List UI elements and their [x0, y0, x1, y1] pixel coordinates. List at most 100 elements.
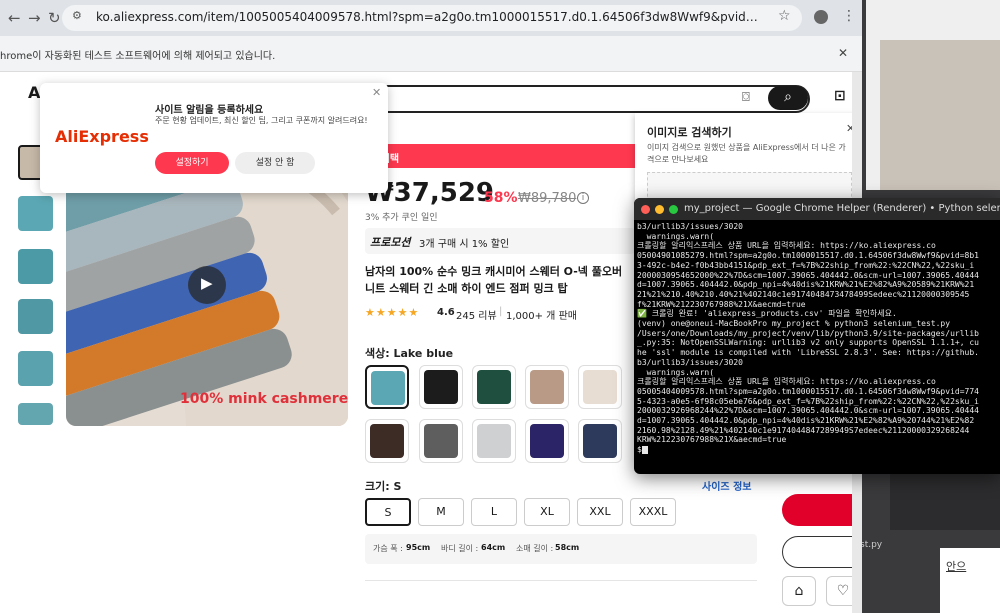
- terminal-line: warnings.warn(: [637, 231, 715, 241]
- file-label: st.py: [860, 540, 883, 550]
- buy-now-button[interactable]: [782, 494, 862, 526]
- aliexpress-logo-icon[interactable]: A: [28, 83, 40, 102]
- add-to-cart-button[interactable]: [782, 536, 862, 568]
- terminal-output[interactable]: b3/urllib3/issues/3020 warnings.warn( 크롤…: [637, 222, 1000, 472]
- notification-title: 사이트 알림을 등록하세요: [155, 105, 264, 116]
- thumbnail-2[interactable]: [18, 196, 53, 231]
- review-count[interactable]: 245 리뷰: [456, 307, 497, 322]
- promotion-label: 프로모션: [370, 236, 411, 249]
- terminal-line: d=1007.39065.404442.0&pdp_npi=4%40dis%21…: [637, 416, 975, 426]
- size-guide-link[interactable]: 사이즈 정보: [702, 478, 751, 493]
- swatch-color: [371, 371, 405, 405]
- infobar-text: hrome이 자동화된 테스트 소프트웨어에 의해 제어되고 있습니다.: [0, 51, 276, 62]
- terminal-line: 5-4323-a0e5-6f98c05ebe76&pdp_ext_f=%7B%2…: [637, 396, 979, 406]
- color-swatch-2[interactable]: [419, 365, 463, 409]
- color-swatch-9[interactable]: [525, 419, 569, 463]
- terminal-line: /Users/one/Downloads/my_project/venv/lib…: [637, 328, 979, 338]
- thumbnail-3[interactable]: [18, 249, 53, 284]
- size-option-xl[interactable]: XL: [524, 498, 570, 526]
- forward-arrow-icon[interactable]: →: [28, 9, 41, 27]
- swatch-color: [477, 370, 511, 404]
- color-swatch-7[interactable]: [419, 419, 463, 463]
- image-search-title: 이미지로 검색하기: [647, 126, 732, 139]
- thumbnail-6[interactable]: [18, 403, 53, 425]
- menu-kebab-icon[interactable]: ⋮: [842, 8, 856, 24]
- site-info-icon[interactable]: ⚙: [72, 9, 82, 22]
- terminal-line: 크롤링할 알리익스프레스 상품 URL을 입력하세요: https://ko.a…: [637, 377, 936, 387]
- bookmark-star-icon[interactable]: ☆: [778, 8, 791, 24]
- url-text[interactable]: ko.aliexpress.com/item/1005005404009578.…: [96, 10, 766, 24]
- text-cursor: [641, 445, 648, 454]
- swatch-color: [583, 424, 617, 458]
- play-icon: ▶: [201, 274, 213, 292]
- close-icon[interactable]: ✕: [372, 86, 381, 99]
- original-price: ₩89,780: [518, 191, 577, 206]
- store-icon[interactable]: ⌂: [782, 576, 816, 606]
- user-menu-icon[interactable]: ⊡: [834, 88, 846, 104]
- terminal-line: 2000030954652000%22%7D&scm=1007.39065.40…: [637, 270, 979, 280]
- reload-icon[interactable]: ↻: [48, 9, 61, 27]
- profile-avatar-icon[interactable]: [814, 10, 828, 24]
- close-window-button[interactable]: [641, 205, 650, 214]
- terminal-line: he 'ssl' module is compiled with 'LibreS…: [637, 348, 979, 358]
- infobar-close-icon[interactable]: ✕: [838, 46, 848, 60]
- background-link[interactable]: 안으: [946, 558, 966, 574]
- thumbnail-5[interactable]: [18, 351, 53, 386]
- sleeve-length-label: 소매 길이 :: [516, 544, 554, 553]
- size-option-m[interactable]: M: [418, 498, 464, 526]
- terminal-line: ✅ 크롤링 완료! 'aliexpress_products.csv' 파일을 …: [637, 309, 897, 319]
- back-arrow-icon[interactable]: ←: [8, 9, 21, 27]
- swatch-color: [530, 370, 564, 404]
- terminal-line: d=1007.39065.404442.0&pdp_npi=4%40dis%21…: [637, 280, 975, 290]
- terminal-line: 2160.98%2128.49%21%402140c1e917404484728…: [637, 425, 970, 435]
- allow-notifications-button[interactable]: 설정하기: [155, 152, 229, 174]
- swatch-color: [530, 424, 564, 458]
- size-option-s[interactable]: S: [365, 498, 411, 526]
- swatch-color: [583, 370, 617, 404]
- terminal-title: my_project — Google Chrome Helper (Rende…: [684, 203, 1000, 214]
- separator: |: [499, 306, 503, 317]
- terminal-line: KRW%212230767988%21X&aecmd=true: [637, 435, 787, 445]
- swatch-color: [424, 424, 458, 458]
- terminal-line: b3/urllib3/issues/3020: [637, 222, 743, 231]
- product-title: 남자의 100% 순수 밍크 캐시미어 스웨터 O-넥 풀오버 니트 스웨터 긴…: [365, 265, 623, 295]
- color-swatch-6[interactable]: [365, 419, 409, 463]
- color-swatch-4[interactable]: [525, 365, 569, 409]
- maximize-window-button[interactable]: [669, 205, 678, 214]
- size-option-xxl[interactable]: XXL: [577, 498, 623, 526]
- terminal-line: (venv) one@oneui-MacBookPro my_project %…: [637, 319, 951, 329]
- divider: [365, 580, 757, 581]
- background-photo: [880, 40, 1000, 190]
- promotion-description: 3개 구매 시 1% 할인: [419, 239, 510, 250]
- deny-notifications-button[interactable]: 설정 안 함: [235, 152, 315, 174]
- terminal-line: _.py:35: NotOpenSSLWarning: urllib3 v2 o…: [637, 338, 979, 348]
- promo-banner: [365, 144, 635, 168]
- rating-stars: ★★★★★: [365, 306, 420, 319]
- swatch-color: [424, 370, 458, 404]
- camera-search-icon[interactable]: ⌼: [742, 90, 750, 105]
- info-icon[interactable]: i: [577, 192, 589, 204]
- swatch-color: [370, 424, 404, 458]
- image-caption: 100% mink cashmere: [180, 391, 349, 407]
- size-option-l[interactable]: L: [471, 498, 517, 526]
- rating-value: 4.6: [437, 307, 455, 318]
- search-button[interactable]: ⌕: [768, 86, 808, 110]
- color-swatch-5[interactable]: [578, 365, 622, 409]
- color-swatch-1[interactable]: [365, 365, 409, 409]
- minimize-window-button[interactable]: [655, 205, 664, 214]
- chest-width: 95cm: [406, 543, 431, 552]
- thumbnail-4[interactable]: [18, 299, 53, 334]
- size-option-xxxl[interactable]: XXXL: [630, 498, 676, 526]
- terminal-prompt[interactable]: $: [637, 445, 1000, 455]
- terminal-line: 05005404009578.html?spm=a2g0o.tm10000155…: [637, 386, 979, 396]
- discount-percent: 58%: [484, 190, 518, 206]
- aliexpress-logo: AliExpress: [55, 127, 149, 146]
- color-swatch-10[interactable]: [578, 419, 622, 463]
- coupon-note: 3% 추가 쿠인 일인: [365, 213, 438, 223]
- color-swatch-8[interactable]: [472, 419, 516, 463]
- terminal-line: f%21KRW%212230767988%21X&aecmd=true: [637, 299, 806, 309]
- color-swatch-3[interactable]: [472, 365, 516, 409]
- terminal-line: b3/urllib3/issues/3020: [637, 357, 743, 367]
- size-label: 크기: S: [365, 480, 402, 493]
- terminal-line: 3-492c-b4e2-f0b43bb4151&pdp_ext_f=%7B%22…: [637, 260, 975, 270]
